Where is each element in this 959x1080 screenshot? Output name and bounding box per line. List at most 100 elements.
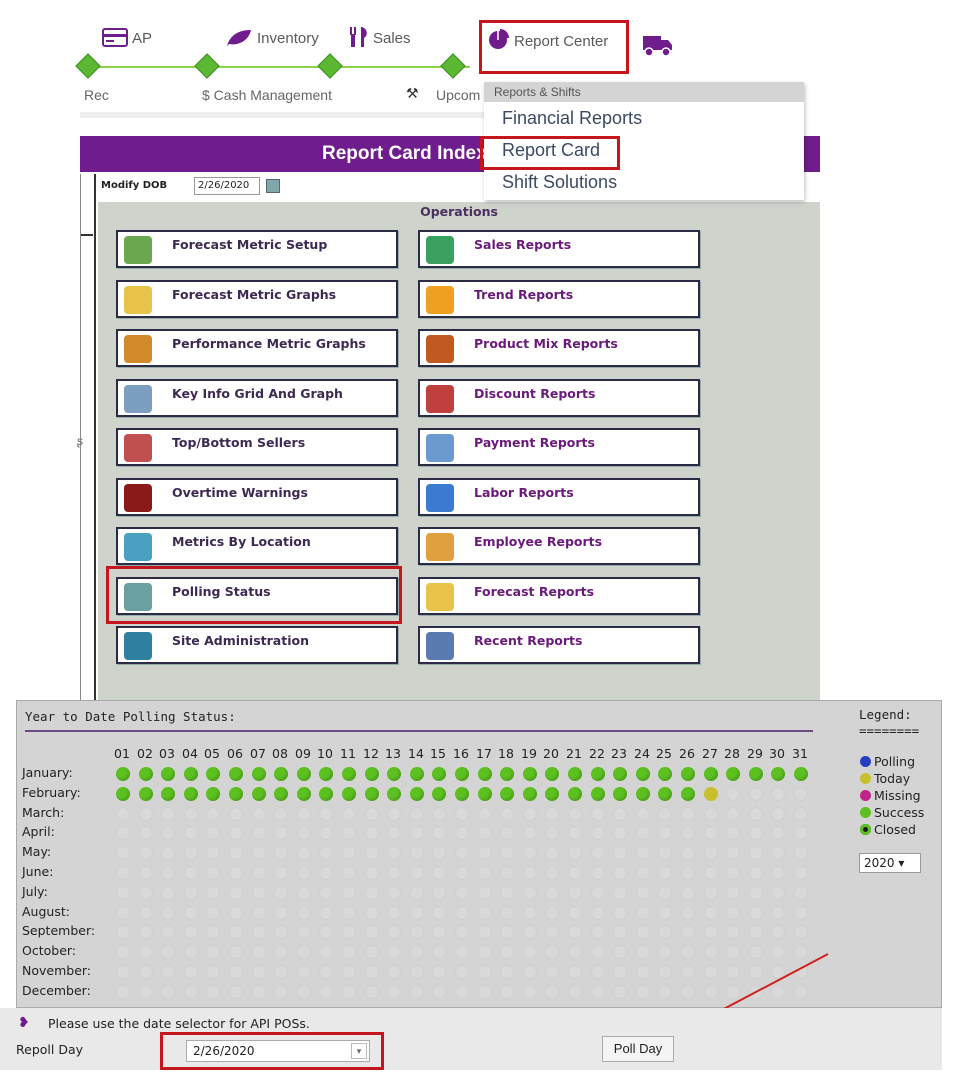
status-dot-success[interactable] xyxy=(319,787,333,801)
status-dot-success[interactable] xyxy=(139,767,153,781)
status-dot-success[interactable] xyxy=(568,787,582,801)
status-dot-success[interactable] xyxy=(545,787,559,801)
secnav-rec[interactable]: Rec xyxy=(84,87,109,103)
status-dot-success[interactable] xyxy=(342,787,356,801)
tile-forecast-reports[interactable]: Forecast Reports xyxy=(418,577,700,615)
modify-dob-input[interactable]: 2/26/2020 xyxy=(194,177,260,195)
menu-item-shift-solutions[interactable]: Shift Solutions xyxy=(484,166,804,198)
status-dot-success[interactable] xyxy=(184,767,198,781)
status-dot-success[interactable] xyxy=(410,787,424,801)
status-dot-success[interactable] xyxy=(319,767,333,781)
status-dot-success[interactable] xyxy=(139,787,153,801)
tile-top-bottom-sellers[interactable]: Top/Bottom Sellers xyxy=(116,428,398,466)
status-dot-empty xyxy=(500,906,514,920)
nav-inventory[interactable]: Inventory xyxy=(225,28,319,53)
status-dot-success[interactable] xyxy=(229,767,243,781)
status-dot-success[interactable] xyxy=(297,787,311,801)
status-dot-success[interactable] xyxy=(478,787,492,801)
year-select[interactable]: 2020 ▾ xyxy=(859,853,921,873)
poll-day-button[interactable]: Poll Day xyxy=(602,1036,674,1062)
status-dot-success[interactable] xyxy=(116,767,130,781)
status-dot-success[interactable] xyxy=(681,767,695,781)
status-dot-success[interactable] xyxy=(726,767,740,781)
status-dot-empty xyxy=(591,906,605,920)
status-dot-success[interactable] xyxy=(206,787,220,801)
status-dot-success[interactable] xyxy=(252,767,266,781)
status-dot-empty xyxy=(252,985,266,999)
status-dot-success[interactable] xyxy=(274,767,288,781)
tile-product-mix-reports[interactable]: Product Mix Reports xyxy=(418,329,700,367)
tile-employee-reports[interactable]: Employee Reports xyxy=(418,527,700,565)
status-dot-success[interactable] xyxy=(636,787,650,801)
tile-overtime-warnings[interactable]: Overtime Warnings xyxy=(116,478,398,516)
status-dot-empty xyxy=(432,866,446,880)
tile-forecast-metric-graphs[interactable]: Forecast Metric Graphs xyxy=(116,280,398,318)
secnav-cash-management[interactable]: $ Cash Management xyxy=(202,87,332,103)
status-dot-success[interactable] xyxy=(365,787,379,801)
status-dot-success[interactable] xyxy=(297,767,311,781)
status-dot-success[interactable] xyxy=(387,787,401,801)
status-dot-success[interactable] xyxy=(432,767,446,781)
status-dot-today[interactable] xyxy=(704,787,718,801)
status-dot-success[interactable] xyxy=(523,767,537,781)
tile-trend-reports[interactable]: Trend Reports xyxy=(418,280,700,318)
status-dot-empty xyxy=(410,826,424,840)
status-dot-empty xyxy=(545,886,559,900)
status-dot-success[interactable] xyxy=(274,787,288,801)
status-dot-success[interactable] xyxy=(455,787,469,801)
tile-key-info-grid-and-graph[interactable]: Key Info Grid And Graph xyxy=(116,379,398,417)
status-dot-success[interactable] xyxy=(455,767,469,781)
status-dot-empty xyxy=(342,807,356,821)
status-dot-success[interactable] xyxy=(545,767,559,781)
status-dot-success[interactable] xyxy=(184,787,198,801)
status-dot-success[interactable] xyxy=(229,787,243,801)
status-dot-success[interactable] xyxy=(161,767,175,781)
status-dot-success[interactable] xyxy=(591,787,605,801)
status-dot-success[interactable] xyxy=(161,787,175,801)
status-dot-success[interactable] xyxy=(794,767,808,781)
status-dot-success[interactable] xyxy=(116,787,130,801)
tile-payment-reports[interactable]: Payment Reports xyxy=(418,428,700,466)
tile-performance-metric-graphs[interactable]: Performance Metric Graphs xyxy=(116,329,398,367)
status-dot-success[interactable] xyxy=(771,767,785,781)
status-dot-success[interactable] xyxy=(432,787,446,801)
tile-labor-reports[interactable]: Labor Reports xyxy=(418,478,700,516)
status-dot-success[interactable] xyxy=(410,767,424,781)
nav-ap[interactable]: AP xyxy=(102,28,152,53)
secnav-upcoming[interactable]: Upcom xyxy=(436,87,480,103)
status-dot-success[interactable] xyxy=(613,767,627,781)
tile-site-administration[interactable]: Site Administration xyxy=(116,626,398,664)
status-dot-success[interactable] xyxy=(591,767,605,781)
status-dot-empty xyxy=(342,866,356,880)
status-dot-success[interactable] xyxy=(523,787,537,801)
tile-forecast-metric-setup[interactable]: Forecast Metric Setup xyxy=(116,230,398,268)
status-dot-success[interactable] xyxy=(365,767,379,781)
status-dot-success[interactable] xyxy=(613,787,627,801)
status-dot-success[interactable] xyxy=(478,767,492,781)
status-dot-success[interactable] xyxy=(500,787,514,801)
status-dot-success[interactable] xyxy=(387,767,401,781)
status-dot-empty xyxy=(274,807,288,821)
legend-polling: Polling xyxy=(860,754,915,769)
status-dot-success[interactable] xyxy=(658,787,672,801)
menu-item-financial-reports[interactable]: Financial Reports xyxy=(484,102,804,134)
truck-icon[interactable] xyxy=(642,34,674,63)
nav-sales[interactable]: Sales xyxy=(348,26,411,53)
status-dot-success[interactable] xyxy=(252,787,266,801)
tile-metrics-by-location[interactable]: Metrics By Location xyxy=(116,527,398,565)
status-dot-success[interactable] xyxy=(500,767,514,781)
status-dot-empty xyxy=(139,846,153,860)
status-dot-success[interactable] xyxy=(749,767,763,781)
status-dot-success[interactable] xyxy=(636,767,650,781)
tile-recent-reports[interactable]: Recent Reports xyxy=(418,626,700,664)
status-dot-success[interactable] xyxy=(704,767,718,781)
status-dot-success[interactable] xyxy=(206,767,220,781)
calendar-icon[interactable] xyxy=(266,179,280,193)
status-dot-success[interactable] xyxy=(568,767,582,781)
status-dot-empty xyxy=(591,826,605,840)
tile-sales-reports[interactable]: Sales Reports xyxy=(418,230,700,268)
status-dot-success[interactable] xyxy=(342,767,356,781)
status-dot-success[interactable] xyxy=(658,767,672,781)
status-dot-success[interactable] xyxy=(681,787,695,801)
tile-discount-reports[interactable]: Discount Reports xyxy=(418,379,700,417)
